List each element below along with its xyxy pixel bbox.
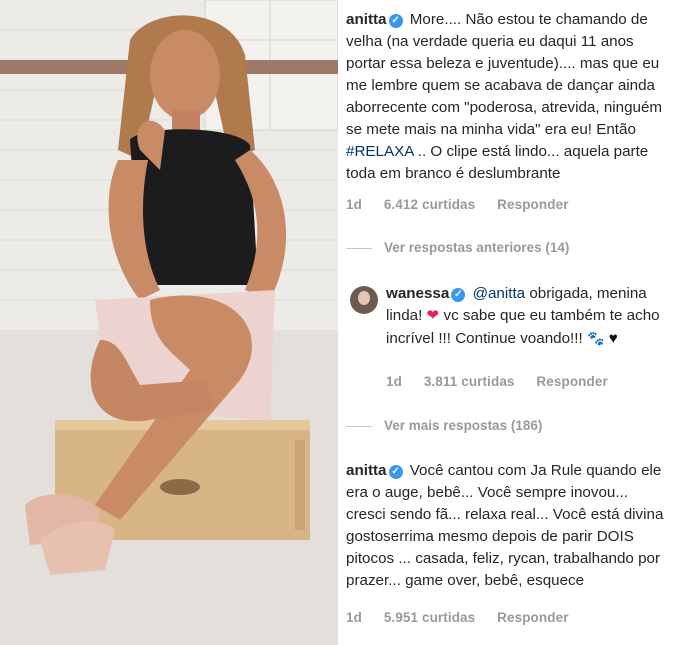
verified-badge-icon: ✓ [451, 288, 466, 302]
comment-meta: 1d 5.951 curtidas Responder [346, 610, 587, 625]
view-previous-replies[interactable]: Ver respostas anteriores (14) [346, 240, 569, 255]
reply-button[interactable]: Responder [497, 610, 568, 625]
post-photo [0, 0, 338, 645]
view-more-replies[interactable]: Ver mais respostas (186) [346, 418, 542, 433]
view-previous-replies-label: Ver respostas anteriores (14) [384, 240, 570, 255]
comment-username[interactable]: wanessa [386, 285, 449, 302]
view-more-replies-label: Ver mais respostas (186) [384, 418, 543, 433]
comment-username[interactable]: anitta [346, 462, 387, 479]
verified-badge-icon: ✓ [388, 465, 403, 479]
divider-line [346, 247, 372, 249]
comment-body: anitta ✓ More.... Não estou te chamando d… [346, 9, 671, 185]
paw-prints-emoji: 🐾 [586, 330, 605, 346]
comments-panel: anitta ✓ More.... Não estou te chamando d… [338, 0, 675, 645]
comment-time: 1d [386, 374, 402, 389]
comment-username[interactable]: anitta [346, 11, 387, 28]
comment-body: wanessa ✓ @anitta obrigada, menina linda!… [386, 283, 671, 350]
comment-likes[interactable]: 3.811 curtidas [424, 374, 515, 389]
comment-meta: 1d 6.412 curtidas Responder [346, 197, 587, 212]
comment-likes[interactable]: 6.412 curtidas [384, 197, 475, 212]
hashtag-link[interactable]: #RELAXA [346, 143, 414, 160]
black-heart-emoji: ♥ [608, 330, 618, 347]
comment-text: Você cantou com Ja Rule quando ele era o… [346, 462, 664, 589]
comment-body: anitta ✓ Você cantou com Ja Rule quando e… [346, 460, 671, 592]
comment-time: 1d [346, 197, 362, 212]
red-heart-emoji: ❤ [426, 307, 440, 324]
mention-link[interactable]: @anitta [473, 285, 526, 302]
reply-button[interactable]: Responder [497, 197, 568, 212]
comment-text: More.... Não estou te chamando de velha … [346, 11, 663, 138]
comment-likes[interactable]: 5.951 curtidas [384, 610, 475, 625]
comment-time: 1d [346, 610, 362, 625]
photo-illustration [0, 0, 338, 645]
avatar[interactable] [350, 286, 378, 314]
verified-badge-icon: ✓ [388, 14, 403, 28]
comment-meta: 1d 3.811 curtidas Responder [386, 374, 626, 389]
divider-line [346, 425, 372, 427]
reply-button[interactable]: Responder [536, 374, 607, 389]
